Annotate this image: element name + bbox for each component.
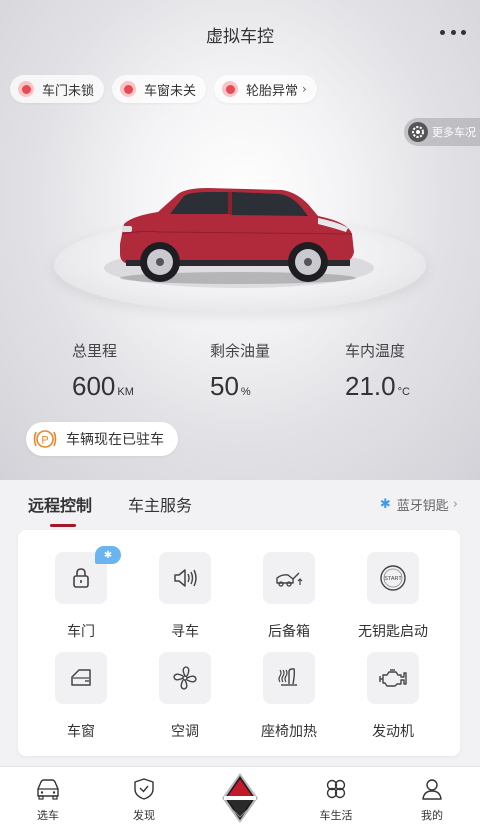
control-keyless-start[interactable]: START 无钥匙启动 — [341, 552, 445, 641]
nav-label: 选车 — [37, 809, 59, 822]
more-status-label: 更多车况 — [432, 126, 476, 139]
stat-temperature: 车内温度 21.0 °C — [345, 340, 410, 402]
alert-label: 车门未锁 — [42, 83, 95, 99]
chevron-right-icon: › — [452, 497, 458, 512]
horn-icon — [174, 569, 197, 587]
car-image — [120, 188, 356, 284]
window-icon — [71, 669, 91, 686]
tab-remote-control[interactable]: 远程控制 — [28, 492, 92, 516]
svg-text:P: P — [41, 435, 48, 447]
control-window[interactable]: 车窗 — [29, 652, 133, 741]
bluetooth-badge-icon: ✱ — [95, 546, 121, 564]
nav-label: 我的 — [421, 809, 443, 822]
car-icon — [37, 779, 59, 800]
more-menu-icon[interactable] — [440, 22, 466, 42]
remote-control-panel: ✱ 车门 寻车 后备箱 START 无钥匙启动 车窗 空调 座椅加热 发动机 — [18, 530, 460, 756]
nav-select-car[interactable]: 选车 — [18, 777, 78, 823]
nav-label: 发现 — [133, 809, 155, 822]
alert-label: 轮胎异常 — [246, 83, 299, 99]
alert-door-unlocked[interactable]: 车门未锁 — [10, 75, 105, 103]
engine-icon — [379, 669, 407, 687]
nav-profile[interactable]: 我的 — [402, 777, 462, 823]
control-label: 车门 — [67, 624, 95, 640]
alert-chips: 车门未锁 车窗未关 轮胎异常 › — [10, 75, 317, 103]
control-label: 发动机 — [372, 724, 414, 740]
stat-label: 剩余油量 — [210, 342, 271, 360]
brand-logo[interactable] — [218, 771, 262, 825]
control-label: 空调 — [171, 724, 199, 740]
alert-dot-icon — [120, 81, 137, 97]
page-title: 虚拟车控 — [206, 26, 274, 47]
control-label: 后备箱 — [268, 624, 310, 640]
parking-brake-icon: P — [33, 430, 57, 448]
control-trunk[interactable]: 后备箱 — [237, 552, 341, 641]
control-label: 车窗 — [67, 724, 95, 740]
header: 虚拟车控 — [0, 0, 480, 68]
tab-bar: 远程控制 车主服务 ✱ 蓝牙钥匙 › — [0, 480, 480, 530]
tab-active-indicator — [50, 524, 76, 527]
stat-fuel: 剩余油量 50% — [210, 340, 270, 402]
more-status-button[interactable]: 更多车况 — [404, 118, 480, 146]
alert-dot-icon — [18, 81, 34, 97]
nav-label: 车生活 — [319, 809, 353, 822]
control-find-car[interactable]: 寻车 — [133, 552, 237, 641]
control-label: 寻车 — [171, 624, 199, 640]
control-seat-heating[interactable]: 座椅加热 — [237, 652, 341, 741]
stat-value: 50% — [210, 371, 251, 401]
vehicle-stats: 总里程 600 KM 剩余油量 50% 车内温度 21.0 °C — [0, 340, 480, 410]
parking-status: P 车辆现在已驻车 — [26, 422, 178, 456]
nav-discover[interactable]: 发现 — [114, 777, 174, 823]
stat-mileage: 总里程 600 KM — [72, 340, 134, 402]
alert-window-open[interactable]: 车窗未关 — [112, 75, 207, 103]
chevron-right-icon: › — [302, 82, 307, 96]
bluetooth-icon: ✱ — [379, 497, 391, 512]
control-label: 座椅加热 — [261, 724, 317, 740]
gear-icon — [408, 122, 428, 142]
control-air-conditioning[interactable]: 空调 — [133, 652, 237, 741]
clover-icon — [326, 779, 346, 799]
control-door[interactable]: ✱ 车门 — [29, 546, 133, 641]
seat-heat-icon — [278, 668, 297, 686]
tab-owner-service[interactable]: 车主服务 — [128, 492, 192, 516]
alert-dot-icon — [222, 81, 239, 97]
bottom-nav: 选车 发现 车生活 我的 — [0, 766, 480, 827]
stat-value: 21.0 °C — [345, 371, 410, 401]
control-label: 无钥匙启动 — [358, 624, 428, 640]
shield-check-icon — [134, 778, 154, 800]
stat-value: 600 KM — [72, 371, 134, 401]
nav-car-life[interactable]: 车生活 — [306, 777, 366, 823]
lock-icon — [73, 568, 89, 588]
person-icon — [422, 779, 442, 800]
stat-label: 车内温度 — [345, 342, 406, 360]
alert-label: 车窗未关 — [144, 83, 197, 99]
bluetooth-key-label: 蓝牙钥匙 — [396, 499, 449, 514]
fan-icon — [173, 666, 197, 690]
stat-label: 总里程 — [72, 342, 118, 360]
bluetooth-key-link[interactable]: ✱ 蓝牙钥匙 › — [380, 495, 458, 514]
parking-label: 车辆现在已驻车 — [66, 432, 164, 448]
start-button-icon: START — [380, 565, 406, 591]
alert-tire-abnormal[interactable]: 轮胎异常 › — [214, 75, 317, 103]
trunk-icon — [276, 572, 303, 587]
control-engine[interactable]: 发动机 — [341, 652, 445, 741]
svg-text:START: START — [384, 576, 402, 582]
